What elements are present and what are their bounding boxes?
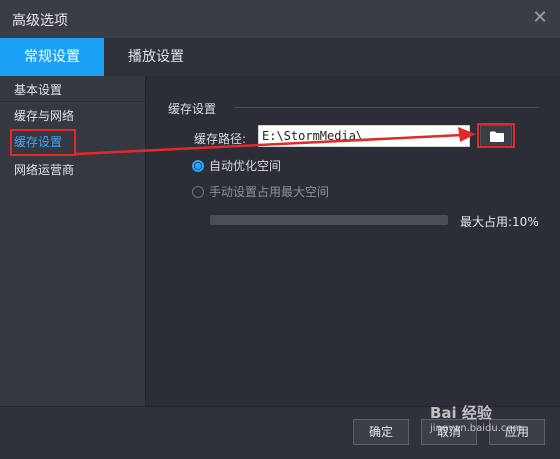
watermark-text: Bai 经验 <box>430 404 492 422</box>
watermark-url: jingyan.baidu.com <box>430 423 523 434</box>
watermark: Bai 经验 jingyan.baidu.com <box>430 402 522 434</box>
annotation-arrow <box>75 127 476 156</box>
